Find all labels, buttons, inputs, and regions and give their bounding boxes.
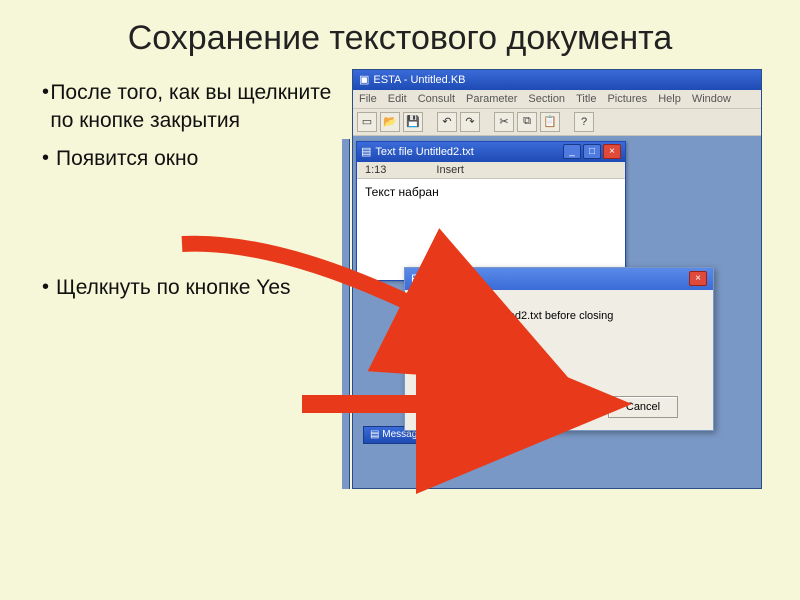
decorative-edge bbox=[342, 139, 350, 489]
edit-mode: Insert bbox=[436, 164, 464, 176]
window-title: Text file Untitled2.txt bbox=[375, 146, 473, 158]
menu-section[interactable]: Section bbox=[528, 93, 565, 105]
no-button[interactable]: No bbox=[524, 396, 594, 418]
maximize-button[interactable]: □ bbox=[583, 144, 601, 159]
titlebar: ESTA × bbox=[405, 268, 713, 290]
taskbar-label: Messages bbox=[382, 429, 428, 440]
save-prompt-dialog: ESTA × ? Update untitled2.txt before clo… bbox=[404, 267, 714, 431]
menu-window[interactable]: Window bbox=[692, 93, 731, 105]
paste-icon[interactable]: 📋 bbox=[540, 112, 560, 132]
cursor-position: 1:13 bbox=[365, 164, 386, 176]
app-icon: ▣ bbox=[359, 73, 369, 86]
text-file-window: ▤ Text file Untitled2.txt _ □ × 1:13 Ins… bbox=[356, 141, 626, 281]
dialog-message: Update untitled2.txt before closing bbox=[447, 310, 613, 322]
messages-icon: ▤ bbox=[370, 429, 379, 440]
copy-icon[interactable]: ⧉ bbox=[517, 112, 537, 132]
toolbar: ▭ 📂 💾 ↶ ↷ ✂ ⧉ 📋 ? bbox=[353, 109, 761, 136]
cancel-button[interactable]: Cancel bbox=[608, 396, 678, 418]
menu-file[interactable]: File bbox=[359, 93, 377, 105]
titlebar: ▤ Text file Untitled2.txt _ □ × bbox=[357, 142, 625, 162]
bullet-list: • После того, как вы щелкните по кнопке … bbox=[12, 69, 342, 312]
menubar: File Edit Consult Parameter Section Titl… bbox=[353, 90, 761, 109]
minimize-button[interactable]: _ bbox=[563, 144, 581, 159]
list-item: • Появится окно bbox=[42, 145, 334, 173]
redo-icon[interactable]: ↷ bbox=[460, 112, 480, 132]
button-row: Yes No Cancel bbox=[405, 396, 713, 418]
list-item: • Щелкнуть по кнопке Yes bbox=[42, 274, 334, 302]
window-title: ESTA - Untitled.KB bbox=[373, 74, 465, 86]
menu-title[interactable]: Title bbox=[576, 93, 596, 105]
new-icon[interactable]: ▭ bbox=[357, 112, 377, 132]
dialog-title: ESTA bbox=[411, 272, 441, 286]
text-content[interactable]: Текст набран bbox=[357, 179, 625, 205]
close-button[interactable]: × bbox=[603, 144, 621, 159]
list-item: • После того, как вы щелкните по кнопке … bbox=[42, 79, 334, 136]
bullet-text: Щелкнуть по кнопке Yes bbox=[56, 274, 291, 302]
titlebar: ▣ ESTA - Untitled.KB bbox=[353, 70, 761, 90]
question-icon: ? bbox=[419, 310, 437, 328]
undo-icon[interactable]: ↶ bbox=[437, 112, 457, 132]
bullet-text: После того, как вы щелкните по кнопке за… bbox=[50, 79, 334, 136]
statusbar: 1:13 Insert bbox=[357, 162, 625, 179]
cut-icon[interactable]: ✂ bbox=[494, 112, 514, 132]
menu-pictures[interactable]: Pictures bbox=[607, 93, 647, 105]
slide-title: Сохранение текстового документа bbox=[0, 0, 800, 69]
menu-consult[interactable]: Consult bbox=[418, 93, 455, 105]
yes-button[interactable]: Yes bbox=[440, 396, 510, 418]
menu-edit[interactable]: Edit bbox=[388, 93, 407, 105]
document-icon: ▤ bbox=[361, 145, 371, 158]
bullet-text: Появится окно bbox=[56, 145, 198, 173]
save-icon[interactable]: 💾 bbox=[403, 112, 423, 132]
menu-help[interactable]: Help bbox=[658, 93, 681, 105]
help-icon[interactable]: ? bbox=[574, 112, 594, 132]
open-icon[interactable]: 📂 bbox=[380, 112, 400, 132]
menu-parameter[interactable]: Parameter bbox=[466, 93, 517, 105]
close-button[interactable]: × bbox=[689, 271, 707, 286]
